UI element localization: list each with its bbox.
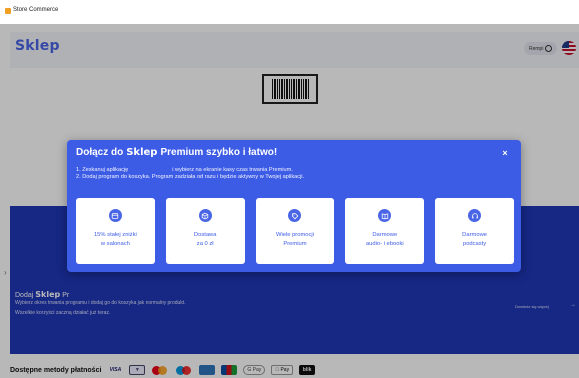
app-icon xyxy=(5,8,11,14)
benefit-line1: Darmowe xyxy=(462,232,487,238)
benefit-line1: Darmowe xyxy=(372,232,398,238)
screen: Store Commerce Sklep Rempi Dodaj Sklep P… xyxy=(0,0,579,378)
book-icon xyxy=(378,209,392,222)
benefit-line1: Dostawa xyxy=(193,232,217,238)
benefit-card-delivery[interactable]: Dostawa za 0 zł xyxy=(165,198,245,264)
benefit-card-discount[interactable]: 15% stałej zniżki w salonach xyxy=(76,198,155,264)
benefit-card-promotions[interactable]: Wiele promocji Premium xyxy=(255,198,335,264)
close-button[interactable]: × xyxy=(500,148,510,158)
premium-modal: Dołącz do Sklep Premium szybko i łatwo! × … xyxy=(67,140,521,272)
tag-icon xyxy=(288,209,302,222)
store-icon xyxy=(108,209,122,222)
instruction-step-1: 1. Zeskanuj aplikację i wybierz na ekrani… xyxy=(76,167,293,173)
instruction-step-2: 2. Dodaj program do koszyka. Program zad… xyxy=(76,174,305,180)
benefit-line2: Premium xyxy=(283,241,307,247)
modal-title: Dołącz do Sklep Premium szybko i łatwo! xyxy=(76,147,278,158)
chevron-right-icon[interactable]: › xyxy=(4,268,7,277)
benefit-line2: za 0 zł xyxy=(196,241,214,247)
package-icon xyxy=(198,209,212,222)
benefit-card-podcasts[interactable]: Darmowe podcasty xyxy=(435,198,514,264)
benefit-line1: Wiele promocji xyxy=(275,232,314,238)
window-titlebar: Store Commerce xyxy=(0,0,579,24)
benefit-line2: audio- i ebooki xyxy=(365,241,404,247)
benefit-line2: podcasty xyxy=(462,241,487,247)
benefit-line1: 15% stałej zniżki xyxy=(93,232,137,238)
window-title: Store Commerce xyxy=(13,7,59,13)
benefit-cards: 15% stałej zniżki w salonach Dostawa za … xyxy=(76,198,514,264)
headphones-icon xyxy=(468,209,482,222)
benefit-card-ebooks[interactable]: Darmowe audio- i ebooki xyxy=(345,198,425,264)
benefit-line2: w salonach xyxy=(100,241,130,247)
